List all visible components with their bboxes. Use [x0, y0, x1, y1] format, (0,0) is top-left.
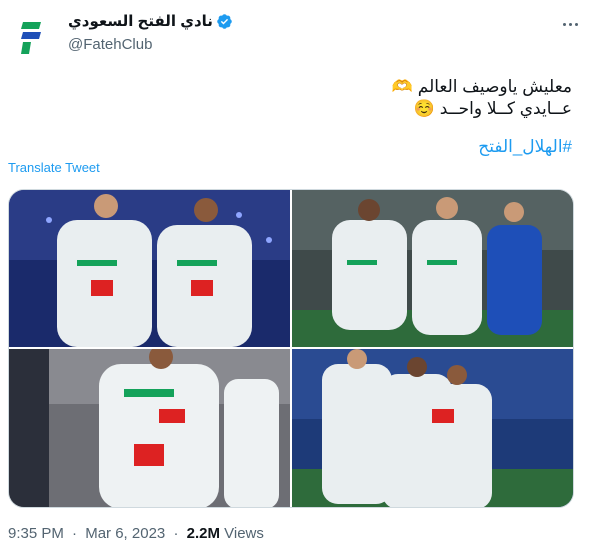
translate-tweet-link[interactable]: Translate Tweet: [8, 160, 100, 175]
tweet-card: نادي الفتح السعودي @FatehClub معليش ياوص…: [0, 0, 594, 545]
tweet-text-line: معليش ياوصيف العالم 🫶: [391, 77, 572, 96]
views-label: Views: [224, 525, 264, 542]
meta-separator: ·: [173, 525, 179, 542]
more-options-icon[interactable]: [560, 14, 580, 34]
tweet-meta: 9:35 PM · Mar 6, 2023 · 2.2M Views: [8, 525, 264, 542]
author-names: نادي الفتح السعودي @FatehClub: [68, 10, 508, 56]
handle[interactable]: @FatehClub: [68, 36, 508, 56]
celebration-photo-1[interactable]: [9, 190, 290, 347]
hashtag-link[interactable]: #الهلال_الفتح: [478, 137, 572, 157]
fateh-club-logo-icon: [21, 22, 41, 54]
tweet-time[interactable]: 9:35 PM: [8, 525, 64, 542]
views-count: 2.2M: [186, 525, 220, 542]
tweet-header: نادي الفتح السعودي @FatehClub: [0, 0, 594, 62]
tweet-text-line: عــايدي كــلا واحــد ☺️: [413, 99, 572, 118]
tweet-text: معليش ياوصيف العالم 🫶 عــايدي كــلا واحـ…: [52, 76, 572, 120]
meta-separator: ·: [72, 525, 78, 542]
celebration-photo-3[interactable]: [9, 349, 290, 507]
verified-badge-icon: [216, 13, 233, 30]
display-name[interactable]: نادي الفتح السعودي: [68, 12, 213, 30]
celebration-photo-4[interactable]: [292, 349, 573, 507]
tweet-date[interactable]: Mar 6, 2023: [85, 525, 165, 542]
avatar[interactable]: [8, 14, 56, 62]
media-grid: [8, 189, 574, 508]
celebration-photo-2[interactable]: [292, 190, 573, 347]
